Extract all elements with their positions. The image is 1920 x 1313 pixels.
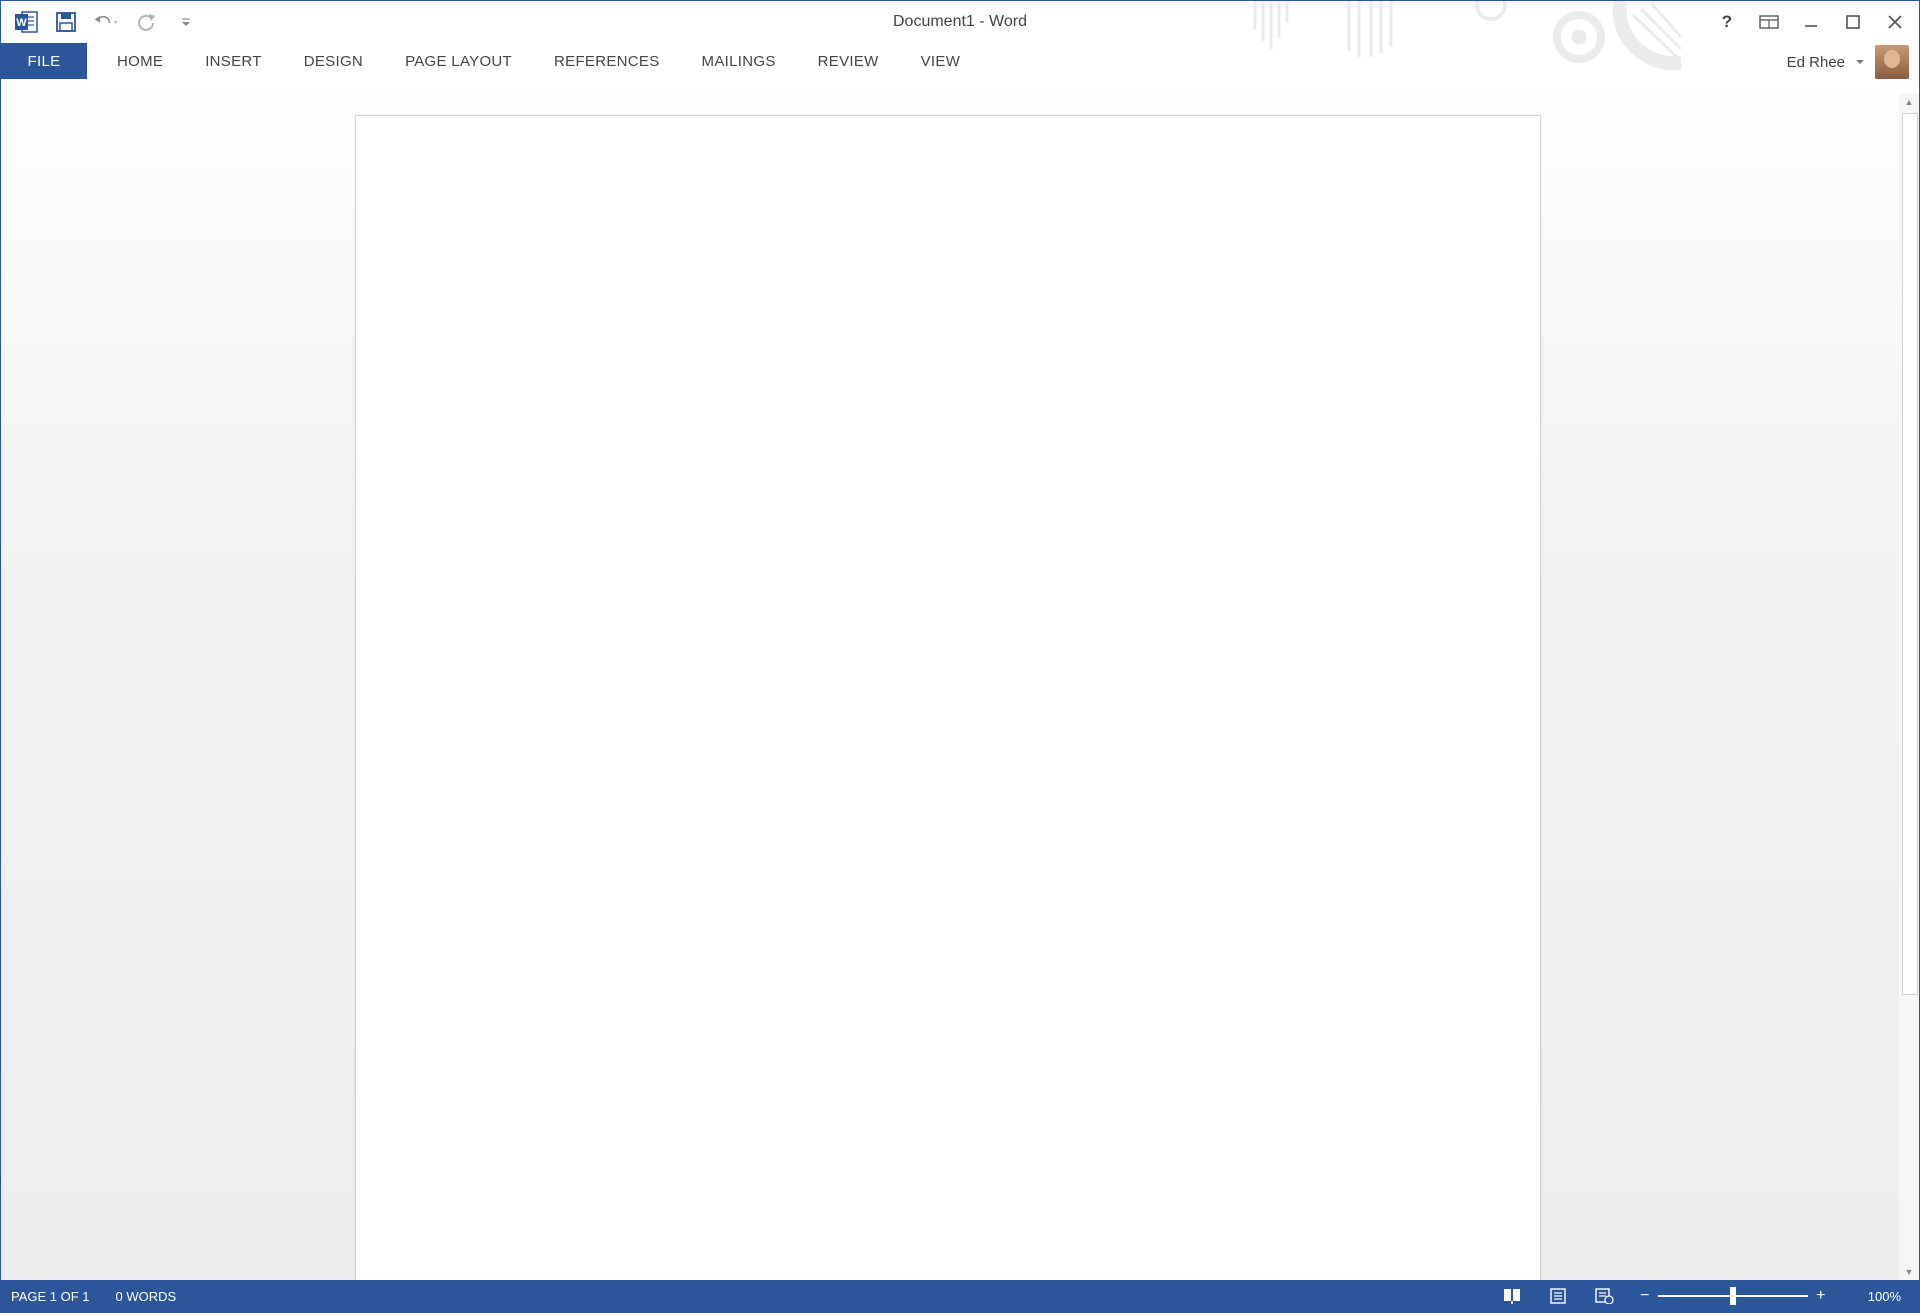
scrollbar-thumb[interactable] <box>1902 113 1918 995</box>
tab-page-layout[interactable]: PAGE LAYOUT <box>385 43 532 79</box>
tab-review[interactable]: REVIEW <box>798 43 899 79</box>
zoom-track[interactable] <box>1657 1287 1808 1305</box>
decorative-background-pattern <box>1253 1 1681 71</box>
chevron-down-icon[interactable] <box>1855 58 1865 66</box>
close-button[interactable] <box>1879 7 1911 37</box>
scroll-down-icon[interactable]: ▼ <box>1899 1263 1919 1281</box>
document-canvas <box>1 81 1899 1283</box>
minimize-button[interactable] <box>1795 7 1827 37</box>
tab-references[interactable]: REFERENCES <box>534 43 680 79</box>
zoom-knob[interactable] <box>1729 1287 1736 1305</box>
zoom-slider[interactable]: − + <box>1638 1287 1828 1305</box>
word-count-status[interactable]: 0 WORDS <box>116 1289 177 1304</box>
tab-design[interactable]: DESIGN <box>284 43 383 79</box>
tab-file[interactable]: FILE <box>1 43 87 79</box>
minimize-icon <box>1805 25 1817 27</box>
avatar[interactable] <box>1875 45 1909 79</box>
print-layout-icon <box>1550 1288 1566 1304</box>
web-layout-icon <box>1595 1288 1614 1304</box>
web-layout-button[interactable] <box>1592 1286 1616 1306</box>
read-mode-button[interactable] <box>1500 1286 1524 1306</box>
document-page[interactable] <box>355 115 1541 1283</box>
user-name[interactable]: Ed Rhee <box>1787 54 1845 71</box>
vertical-scrollbar[interactable]: ▲ ▼ <box>1899 93 1919 1281</box>
ribbon-display-options-button[interactable] <box>1753 7 1785 37</box>
zoom-in-icon[interactable]: + <box>1814 1287 1828 1305</box>
title-bar: W Document1 - Word ? <box>1 1 1919 71</box>
print-layout-button[interactable] <box>1546 1286 1570 1306</box>
word-window: W Document1 - Word ? FILE HOME INSERT DE… <box>0 0 1920 1313</box>
maximize-icon <box>1846 15 1860 29</box>
maximize-button[interactable] <box>1837 7 1869 37</box>
tab-view[interactable]: VIEW <box>901 43 981 79</box>
status-bar: PAGE 1 OF 1 0 WORDS − + 100% <box>1 1280 1919 1312</box>
window-controls: ? <box>1711 7 1911 37</box>
read-mode-icon <box>1503 1289 1520 1304</box>
tab-insert[interactable]: INSERT <box>185 43 282 79</box>
help-label: ? <box>1721 12 1733 31</box>
scroll-up-icon[interactable]: ▲ <box>1899 93 1919 111</box>
close-icon <box>1888 15 1902 29</box>
zoom-out-icon[interactable]: − <box>1638 1287 1652 1305</box>
tab-home[interactable]: HOME <box>97 43 183 79</box>
zoom-level[interactable]: 100% <box>1868 1289 1901 1304</box>
tab-mailings[interactable]: MAILINGS <box>682 43 796 79</box>
account-area[interactable]: Ed Rhee <box>1787 45 1909 79</box>
ribbon-display-options-icon <box>1759 15 1779 29</box>
help-button[interactable]: ? <box>1711 7 1743 37</box>
ribbon-tabs: FILE HOME INSERT DESIGN PAGE LAYOUT REFE… <box>1 43 982 79</box>
page-count-status[interactable]: PAGE 1 OF 1 <box>11 1289 90 1304</box>
